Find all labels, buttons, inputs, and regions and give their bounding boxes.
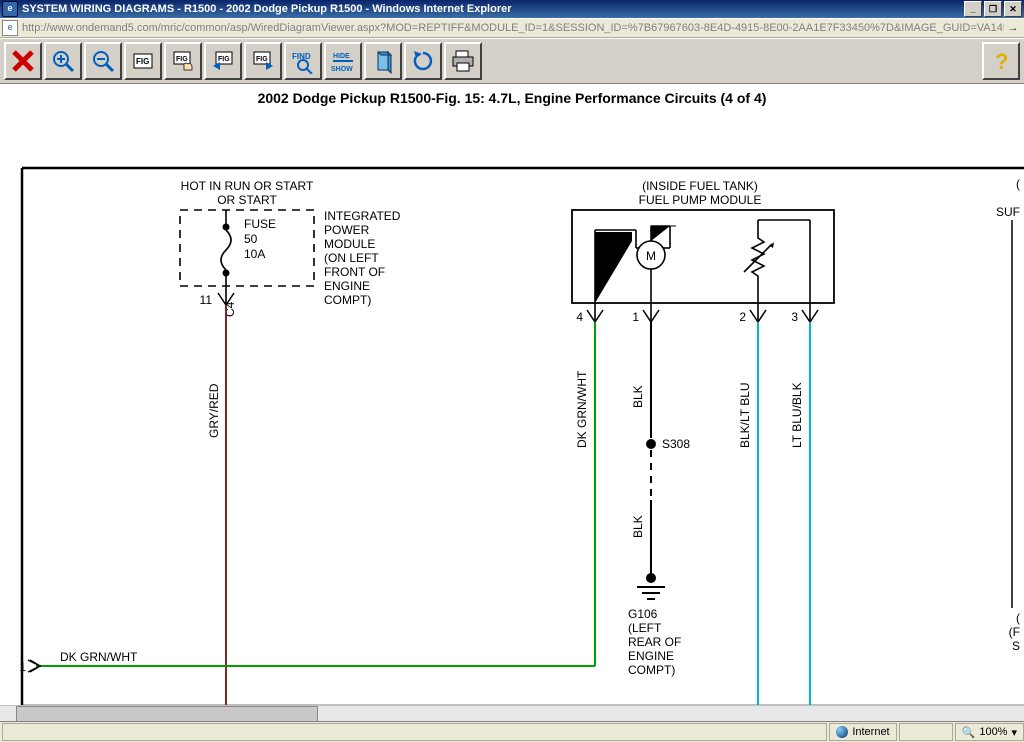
protected-mode	[899, 723, 953, 741]
zoom-in-button[interactable]	[44, 42, 82, 80]
zoom-value: 100%	[979, 726, 1007, 738]
hot-in-run-label: HOT IN RUN OR START	[181, 179, 314, 193]
minimize-button[interactable]: _	[964, 1, 982, 17]
dk-grn-wht-v-label: DK GRN/WHT	[575, 370, 589, 448]
address-bar: e http://www.ondemand5.com/mric/common/a…	[0, 18, 1024, 38]
blk-ltblu-label: BLK/LT BLU	[738, 382, 752, 448]
right-cut-bot: ((FS	[1009, 611, 1020, 653]
diagram-border	[22, 168, 1024, 706]
fuel-sender-symbol	[744, 220, 810, 303]
hide-show-button[interactable]: HIDE SHOW	[324, 42, 362, 80]
status-bar: Internet 🔍 100% ▾	[0, 721, 1024, 742]
find-button[interactable]: FIND	[284, 42, 322, 80]
svg-text:FUEL PUMP MODULE: FUEL PUMP MODULE	[639, 193, 762, 207]
pin-11-label: 11	[200, 293, 213, 307]
status-zone: Internet	[829, 723, 896, 741]
fuse-number: 50	[244, 232, 258, 246]
svg-text:FIG: FIG	[176, 56, 188, 63]
wire-dk-grn-wht-horizontal: 1 DK GRN/WHT	[19, 320, 595, 674]
horizontal-scrollbar[interactable]	[0, 705, 1024, 722]
help-button[interactable]: ?	[982, 42, 1020, 80]
svg-text:?: ?	[995, 49, 1008, 74]
fig-next-button[interactable]: FIG	[244, 42, 282, 80]
ltblu-blk-label: LT BLU/BLK	[790, 382, 804, 448]
s308-label: S308	[662, 437, 690, 451]
fuse-amp: 10A	[244, 247, 265, 261]
status-message	[2, 723, 827, 741]
svg-text:OR START: OR START	[217, 193, 277, 207]
fig-button[interactable]: FIG	[124, 42, 162, 80]
app-toolbar: FIG FIG FIG FIG FIND HIDE SHOW ?	[0, 38, 1024, 84]
fig-prev-button[interactable]: FIG	[204, 42, 242, 80]
zone-label: Internet	[852, 726, 889, 738]
blk-upper-label: BLK	[631, 385, 645, 408]
zoom-icon: 🔍	[962, 726, 976, 739]
pin-1-left: 1	[19, 660, 26, 674]
ground-g106: G106 (LEFT REAR OF ENGINE COMPT)	[628, 573, 685, 677]
ie-icon: e	[2, 1, 18, 17]
fuse-label: FUSE	[244, 217, 276, 231]
svg-text:(INSIDE FUEL TANK): (INSIDE FUEL TANK)	[642, 179, 758, 193]
diagram-title: 2002 Dodge Pickup R1500-Fig. 15: 4.7L, E…	[0, 84, 1024, 108]
page-icon: e	[2, 20, 18, 36]
svg-text:SHOW: SHOW	[331, 66, 353, 73]
svg-text:FIG: FIG	[256, 56, 268, 63]
blk-lower-label: BLK	[631, 515, 645, 538]
window-title: SYSTEM WIRING DIAGRAMS - R1500 - 2002 Do…	[22, 3, 512, 15]
svg-text:HIDE: HIDE	[333, 53, 350, 60]
fig-hand-button[interactable]: FIG	[164, 42, 202, 80]
zoom-dropdown-icon[interactable]: ▾	[1011, 726, 1017, 739]
fuse-block: HOT IN RUN OR START OR START FUSE 50 10A	[180, 179, 314, 286]
restore-button[interactable]: ❐	[984, 1, 1002, 17]
print-button[interactable]	[444, 42, 482, 80]
splice-s308	[646, 439, 656, 449]
svg-text:FIG: FIG	[218, 56, 230, 63]
fuel-pump-module: (INSIDE FUEL TANK) FUEL PUMP MODULE M	[572, 179, 834, 303]
svg-text:FIG: FIG	[136, 57, 149, 66]
window-titlebar: e SYSTEM WIRING DIAGRAMS - R1500 - 2002 …	[0, 0, 1024, 18]
fuel-module-pins: 4 1 2 3	[576, 303, 818, 324]
ipm-label: INTEGRATED POWER MODULE (ON LEFT FRONT O…	[324, 209, 404, 307]
refresh-button[interactable]	[404, 42, 442, 80]
internet-icon	[836, 726, 848, 738]
scrollbar-thumb[interactable]	[16, 706, 318, 722]
go-button[interactable]: →	[1004, 22, 1022, 34]
motor-label: M	[646, 249, 656, 263]
component-button[interactable]	[364, 42, 402, 80]
zoom-out-button[interactable]	[84, 42, 122, 80]
right-cut-sup: SUF	[996, 205, 1020, 219]
pin-1: 1	[632, 310, 639, 324]
right-cut-top: (	[1016, 177, 1020, 191]
dk-grn-wht-h-label: DK GRN/WHT	[60, 650, 138, 664]
svg-text:HOT IN RUN OR START: HOT IN RUN OR START	[181, 179, 314, 193]
zoom-cell[interactable]: 🔍 100% ▾	[955, 723, 1024, 741]
url-text[interactable]: http://www.ondemand5.com/mric/common/asp…	[22, 22, 1004, 34]
pin-4: 4	[576, 310, 583, 324]
pin-2: 2	[739, 310, 746, 324]
pin-3: 3	[791, 310, 798, 324]
pin-11-c4: 11 C4	[200, 286, 237, 317]
svg-text:G106 (LEFT REAR OF: G106 (LEFT REAR OF ENGINE COMPT)	[628, 607, 685, 677]
close-window-button[interactable]: ✕	[1004, 1, 1022, 17]
close-diagram-button[interactable]	[4, 42, 42, 80]
gry-red-label: GRY/RED	[207, 383, 221, 438]
diagram-canvas: HOT IN RUN OR START OR START FUSE 50 10A…	[0, 108, 1024, 728]
